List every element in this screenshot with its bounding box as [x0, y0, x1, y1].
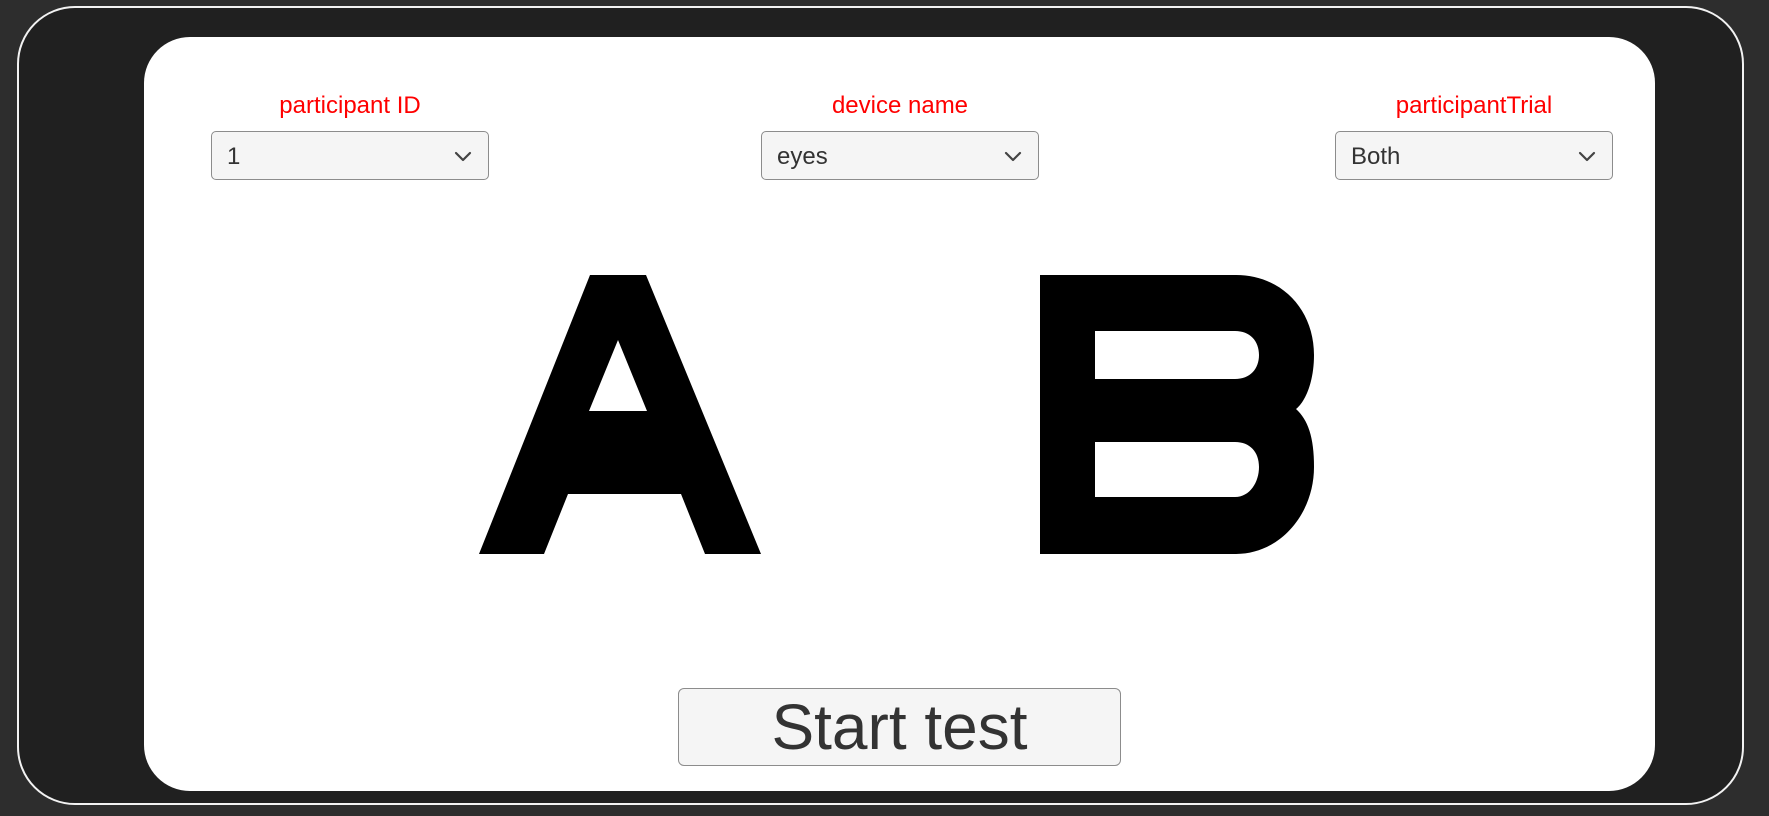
stimulus-letters: A B [479, 275, 1314, 554]
letter-a-glyph: A [479, 275, 761, 554]
start-test-button[interactable]: Start test [678, 688, 1121, 766]
device-frame: participant ID 1 device name eyes partic… [17, 6, 1744, 805]
app-screen: participant ID 1 device name eyes partic… [144, 37, 1655, 791]
letter-b-glyph: B [1040, 275, 1314, 554]
